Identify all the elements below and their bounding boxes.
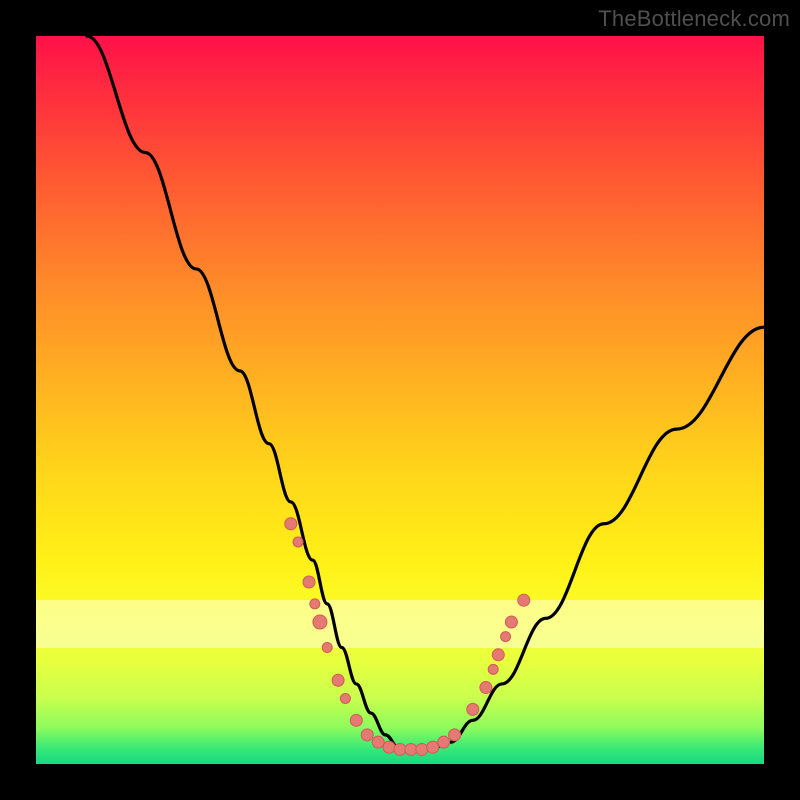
data-marker (394, 743, 406, 755)
curve-group (87, 36, 764, 749)
data-marker (438, 736, 450, 748)
data-marker (467, 703, 479, 715)
data-marker (501, 632, 511, 642)
data-marker (505, 616, 517, 628)
data-marker (480, 682, 492, 694)
data-marker (488, 664, 498, 674)
data-marker (372, 736, 384, 748)
curve-svg (36, 36, 764, 764)
data-marker (361, 729, 373, 741)
bottleneck-curve (87, 36, 764, 749)
plot-area (36, 36, 764, 764)
data-marker (518, 594, 530, 606)
data-marker (310, 599, 320, 609)
data-marker (492, 649, 504, 661)
data-marker (449, 729, 461, 741)
data-marker (332, 674, 344, 686)
data-marker (383, 741, 395, 753)
data-marker (322, 643, 332, 653)
data-marker (303, 576, 315, 588)
data-marker (350, 714, 362, 726)
data-marker (285, 518, 297, 530)
attribution-label: TheBottleneck.com (598, 6, 790, 32)
chart-frame: TheBottleneck.com (0, 0, 800, 800)
marker-group (285, 518, 530, 756)
data-marker (313, 615, 327, 629)
data-marker (340, 693, 350, 703)
data-marker (427, 741, 439, 753)
data-marker (293, 537, 303, 547)
data-marker (405, 743, 417, 755)
data-marker (416, 743, 428, 755)
